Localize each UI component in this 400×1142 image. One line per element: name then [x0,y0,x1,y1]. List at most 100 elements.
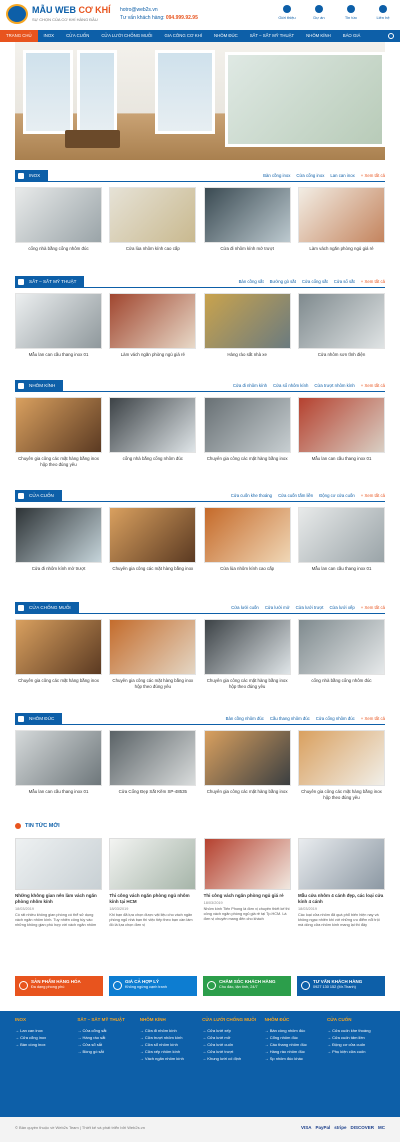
product-image[interactable] [203,187,291,243]
news-headline[interactable]: Thi công vách ngăn phòng ngủ nhôm kính t… [109,893,196,905]
product-card[interactable]: Chuyên gia công các mặt hàng bằng inox h… [203,619,291,691]
section-link[interactable]: Cầu thang nhôm đúc [270,713,310,725]
news-headline[interactable]: Mẫu cửa nhôm 4 cánh đẹp, các loại cửa kí… [298,893,385,905]
view-all-link[interactable]: + Xem tất cả [361,713,385,725]
product-name[interactable]: Cửa lùa nhôm kính cao cấp [109,246,196,259]
section-link[interactable]: Lan can inox [330,170,354,182]
news-image[interactable] [297,838,385,890]
footer-link[interactable]: → Cửa sổ sắt [77,1041,135,1048]
footer-link[interactable]: → Cửa lưới mở [202,1034,260,1041]
nav-cua-luoi[interactable]: CỬA LƯỚI CHỐNG MUỖI [95,30,158,42]
footer-heading[interactable]: NHÔM KÍNH [140,1017,198,1022]
footer-link[interactable]: → Cửa cuốn tấm liền [327,1034,385,1041]
section-link[interactable]: Bàn cồng nhôm đúc [226,713,264,725]
product-name[interactable]: Mẫu lan can cầu thang inox 01 [15,352,102,365]
news-item[interactable]: Mẫu cửa nhôm 4 cánh đẹp, các loại cửa kí… [297,838,385,929]
product-card[interactable]: Làm vách ngăn phòng ngủ giá rẻ [109,293,197,365]
news-headline[interactable]: Thi công vách ngăn phòng ngủ giá rẻ [204,893,291,899]
section-link[interactable]: Cửa cổng inox [296,170,324,182]
view-all-link[interactable]: + Xem tất cả [361,380,385,392]
product-card[interactable]: Mẫu lan can cầu thang inox 01 [297,397,385,469]
product-image[interactable] [203,730,291,786]
section-link[interactable]: Cửa đi nhôm kính [233,380,267,392]
product-name[interactable]: Chuyên gia công các mặt hàng bằng inox [204,789,291,802]
product-name[interactable]: Chuyên gia công các mặt hàng bằng inox h… [204,678,291,691]
product-image[interactable] [15,619,102,675]
section-title[interactable]: INOX [15,170,49,182]
product-image[interactable] [297,507,385,563]
footer-link[interactable]: → Cửa cuốn khe thoáng [327,1027,385,1034]
product-name[interactable]: Mẫu lan can cầu thang inox 01 [15,789,102,802]
nav-nhom-duc[interactable]: NHÔM ĐÚC [208,30,244,42]
footer-link[interactable]: → Cửa lưới trượt [202,1048,260,1055]
product-card[interactable]: Chuyên gia công các mặt hàng bằng inox [109,507,197,579]
product-name[interactable]: Cửa nhôm sơn tĩnh điện [298,352,385,365]
footer-link[interactable]: → Phụ kiện cửa cuốn [327,1048,385,1055]
service-price[interactable]: GIÁ CẢ HỢP LÝ Không ngừng cạnh tranh [109,976,197,996]
section-link[interactable]: Cửa lưới xếp [329,602,354,614]
product-image[interactable] [109,507,197,563]
section-title[interactable]: SẮT – SẮT MỸ THUẬT [15,276,85,288]
hotline-number[interactable]: 094.999.92.95 [166,15,198,21]
section-link[interactable]: Cửa trượt nhôm kính [314,380,354,392]
hero-banner[interactable] [15,42,385,160]
product-image[interactable] [203,397,291,453]
product-card[interactable]: Mẫu lan can cầu thang inox 01 [15,730,102,802]
footer-link[interactable]: → Vách ngăn nhôm kính [140,1055,198,1062]
footer-link[interactable]: → Bồng gò sắt [77,1048,135,1055]
footer-heading[interactable]: SẮT – SẮT MỸ THUẬT [77,1017,135,1022]
footer-heading[interactable]: CỬA CUỐN [327,1017,385,1022]
top-link-contact[interactable]: Liên hệ [372,5,394,20]
product-image[interactable] [15,507,102,563]
product-name[interactable]: Chuyên gia công các mặt hàng bằng inox h… [298,789,385,802]
product-name[interactable]: Chuyên gia công các mặt hàng bằng inox h… [15,456,102,469]
product-card[interactable]: Chuyên gia công các mặt hàng bằng inox [15,619,102,691]
product-name[interactable]: Mẫu lan can cầu thang inox 01 [298,456,385,469]
news-image[interactable] [203,838,291,890]
footer-link[interactable]: → Sp nhôm đúc khác [265,1055,323,1062]
footer-link[interactable]: → Bàn cồng nhôm đúc [265,1027,323,1034]
section-link[interactable]: Cửa sổ nhôm kính [273,380,308,392]
product-name[interactable]: Hàng rào sắt nhà xe [204,352,291,365]
view-all-link[interactable]: + Xem tất cả [361,170,385,182]
product-name[interactable]: Chuyên gia công các mặt hàng bằng inox [204,456,291,469]
footer-link[interactable]: → Cửa sổ nhôm kính [140,1041,198,1048]
product-image[interactable] [297,730,385,786]
section-link[interactable]: Cửa lưới cuốn [231,602,259,614]
footer-link[interactable]: → Cầu thang nhôm đúc [265,1041,323,1048]
footer-link[interactable]: → Cửa lưới xếp [202,1027,260,1034]
section-title[interactable]: NHÔM ĐÚC [15,713,63,725]
product-image[interactable] [203,619,291,675]
product-card[interactable]: cổng nhà bằng cổng nhôm đúc [15,187,102,259]
footer-link[interactable]: → Bàn cồng inox [15,1041,73,1048]
product-image[interactable] [15,397,102,453]
brand-name[interactable]: MẪU WEB CƠ KHÍ [32,5,111,15]
nav-cua-cuon[interactable]: CỬA CUỐN [60,30,95,42]
service-products[interactable]: SẢN PHẨM HÀNG HÓA Đa dạng phong phú [15,976,103,996]
product-card[interactable]: Cửa lùa nhôm kính cao cấp [203,507,291,579]
footer-heading[interactable]: INOX [15,1017,73,1022]
nav-gia-cong[interactable]: GIA CÔNG CƠ KHÍ [158,30,208,42]
product-image[interactable] [297,187,385,243]
section-link[interactable]: Cửa lưới trượt [296,602,324,614]
section-link[interactable]: Động cơ cửa cuốn [319,490,355,502]
product-name[interactable]: Cửa lùa nhôm kính cao cấp [204,566,291,579]
product-card[interactable]: Chuyên gia công các mặt hàng bằng inox h… [297,730,385,802]
product-image[interactable] [109,619,197,675]
section-title[interactable]: CỬA CHỐNG MUỖI [15,602,79,614]
section-link[interactable]: Bàn cồng sắt [239,276,264,288]
product-name[interactable]: cổng nhà bằng cổng nhôm đúc [109,456,196,469]
product-card[interactable]: cổng nhà bằng cổng nhôm đúc [297,619,385,691]
section-link[interactable]: Cửa sổ sắt [334,276,355,288]
product-name[interactable]: Mẫu lan can cầu thang inox 01 [298,566,385,579]
footer-link[interactable]: → Cửa trượt nhôm kính [140,1034,198,1041]
product-name[interactable]: Cửa Cổng Đẹp Sắt Kẽm SP-48535 [109,789,196,802]
section-link[interactable]: Cửa cuốn tấm liền [278,490,313,502]
product-name[interactable]: Chuyên gia công các mặt hàng bằng inox [109,566,196,579]
section-title[interactable]: NHÔM KÍNH [15,380,64,392]
top-link-projects[interactable]: Dự án [308,5,330,20]
footer-link[interactable]: → Cửa đi nhôm kính [140,1027,198,1034]
product-card[interactable]: Cửa đi nhôm kính mở trượt [15,507,102,579]
news-item[interactable]: Thi công vách ngăn phòng ngủ giá rẻ 18/03… [203,838,291,929]
product-card[interactable]: Chuyên gia công các mặt hàng bằng inox [203,730,291,802]
